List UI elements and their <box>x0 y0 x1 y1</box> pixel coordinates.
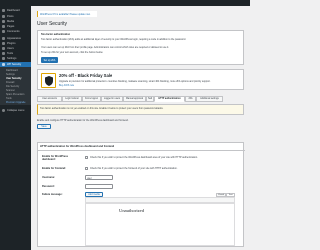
enable-dashboard-desc: Check this if you wish to protect the Wo… <box>90 155 198 159</box>
posts-icon <box>2 15 5 18</box>
promo-text: Upgrade to premium for additional protec… <box>59 80 211 83</box>
comments-icon <box>2 30 5 33</box>
password-input[interactable] <box>85 184 113 189</box>
users-icon <box>2 47 5 50</box>
info-heading: Two-factor authentication <box>41 33 71 36</box>
menu-comments[interactable]: Comments <box>0 29 31 34</box>
tab-salt[interactable]: Salt <box>146 96 154 102</box>
shield-icon <box>2 63 5 66</box>
media-icon <box>2 20 5 23</box>
tab-http-authentication[interactable]: HTTP authentication <box>154 96 185 102</box>
menu-collapse[interactable]: Collapse menu <box>0 108 31 113</box>
tab-user-accounts[interactable]: User accounts <box>37 96 62 102</box>
admin-bar <box>0 0 250 6</box>
page-title: User Security <box>37 21 68 27</box>
aios-logo <box>41 73 56 88</box>
shield-icon <box>45 76 53 86</box>
tab-additional-settings[interactable]: Additional settings <box>196 96 223 102</box>
tab-login-lockout[interactable]: Login lockout <box>62 96 82 102</box>
settings-box: HTTP authentication for WordPress dashbo… <box>37 142 245 247</box>
enable-frontend-desc: Check this if you wish to protect the fr… <box>90 167 178 170</box>
info-line: Two factor authentication (2FA) adds an … <box>41 38 186 41</box>
warning-box: Two factor authentication is not yet ena… <box>37 104 244 115</box>
buy-aios-link[interactable]: Buy AIOS now <box>59 84 74 87</box>
failure-message-editor[interactable]: Unauthorized <box>85 203 235 246</box>
pages-icon <box>2 25 5 28</box>
tab-2fa[interactable]: 2FA <box>185 96 196 102</box>
settings-icon <box>2 57 5 60</box>
warning-text: Two factor authentication is not yet ena… <box>40 107 164 110</box>
username-value: user <box>87 177 92 180</box>
update-notice: WordPress 6.5 is available! Please updat… <box>37 11 97 17</box>
two-factor-info-box: Two-factor authentication Two factor aut… <box>37 30 244 65</box>
setup-2fa-button[interactable]: Set up 2FA <box>41 57 58 63</box>
failure-message-label: Failure message: <box>42 193 63 196</box>
failure-message-value: Unauthorized <box>119 208 145 213</box>
username-input[interactable]: user <box>85 175 113 180</box>
collapse-icon <box>2 109 5 112</box>
description-text: Enable and configure HTTP authentication… <box>37 119 129 122</box>
menu-dashboard[interactable]: Dashboard <box>0 8 31 13</box>
username-label: Username: <box>42 176 55 179</box>
menu-settings[interactable]: Settings <box>0 56 31 61</box>
tools-icon <box>2 52 5 55</box>
update-now-link[interactable]: WordPress 6.5 is available! Please updat… <box>40 13 96 16</box>
tab-force-logout[interactable]: Force logout <box>82 96 101 102</box>
settings-box-title: HTTP authentication for WordPress dashbo… <box>40 145 115 148</box>
appearance-icon <box>2 37 5 40</box>
enable-frontend-checkbox[interactable] <box>85 166 88 170</box>
enable-frontend-label: Enable for frontend: <box>42 167 66 170</box>
tab-bar: User accounts Login lockout Force logout… <box>37 96 246 102</box>
enable-dashboard-label: Enable for WordPress dashboard: <box>42 155 69 162</box>
info-line: Your users can set up 2FA from their pro… <box>41 46 170 49</box>
promo-box: 20% off - Black Friday Sale Upgrade to p… <box>37 69 244 90</box>
tab-logged-in-users[interactable]: Logged in users <box>101 96 123 102</box>
submenu-premium-upgrade[interactable]: Premium Upgrade <box>0 100 31 105</box>
password-label: Password: <box>42 185 55 188</box>
tab-manual-approval[interactable]: Manual approval <box>123 96 146 102</box>
enable-dashboard-checkbox[interactable] <box>85 155 88 159</box>
info-line: To set up 2FA for your own account, clic… <box>41 51 104 54</box>
promo-title: 20% off - Black Friday Sale <box>59 73 113 78</box>
dashboard-icon <box>2 9 5 12</box>
save-settings-button[interactable]: Save <box>37 124 51 129</box>
admin-sidebar: Dashboard Posts Media Pages Comments App… <box>0 0 31 250</box>
plugins-icon <box>2 42 5 45</box>
